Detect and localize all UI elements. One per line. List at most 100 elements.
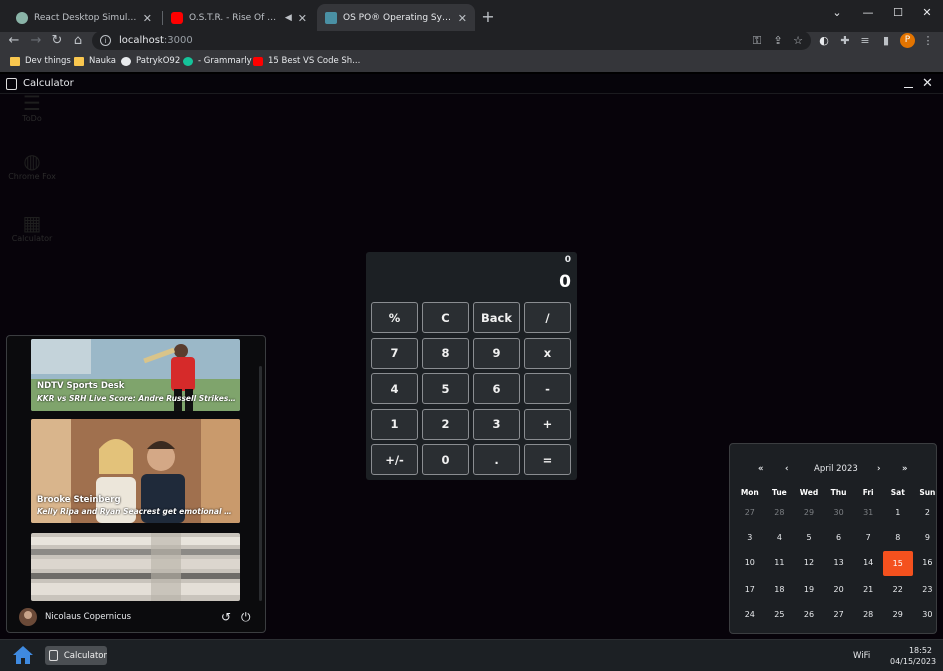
calendar-day[interactable]: 9 [913,525,943,550]
news-card[interactable]: NDTV Sports Desk KKR vs SRH Live Score: … [31,339,240,411]
calendar-day[interactable]: 22 [883,577,913,602]
wifi-status[interactable]: WiFi [853,651,870,661]
calc-key-button[interactable]: C [422,302,469,333]
calendar-day[interactable]: 14 [853,550,883,575]
desktop-icon-chrome-fox[interactable]: ◍ Chrome Fox [6,150,58,181]
app-close-button[interactable]: ✕ [922,76,933,91]
news-scrollbar[interactable] [259,366,262,601]
calendar-day[interactable]: 19 [794,577,824,602]
bookmark-grammarly[interactable]: - Grammarly [183,53,252,69]
restart-icon[interactable]: ↺ [221,610,231,624]
calc-key-button[interactable]: . [473,444,520,475]
calendar-day[interactable]: 13 [824,550,854,575]
next-month-button[interactable]: › [877,464,881,474]
new-tab-button[interactable]: + [479,7,497,26]
calc-key-button[interactable]: 5 [422,373,469,404]
calendar-day[interactable]: 1 [883,500,913,525]
app-minimize-button[interactable] [904,78,913,88]
calendar-day[interactable]: 10 [735,550,765,575]
address-bar[interactable]: i localhost:3000 [92,31,811,50]
calendar-day[interactable]: 24 [735,602,765,627]
side-panel-icon[interactable]: ▮ [879,34,893,48]
bookmark-dev-things[interactable]: Dev things [10,53,71,69]
chevron-down-icon[interactable]: ⌄ [822,0,852,24]
home-icon[interactable] [12,645,34,665]
colorful-extension-icon[interactable]: ◐ [817,34,831,48]
window-maximize-button[interactable]: ☐ [883,0,913,24]
prev-month-button[interactable]: ‹ [785,464,789,474]
calc-key-button[interactable]: 2 [422,408,469,440]
calendar-day[interactable]: 27 [824,602,854,627]
more-menu-icon[interactable]: ⋮ [921,34,935,48]
calc-key-button[interactable]: 4 [371,373,418,404]
site-info-icon[interactable]: i [100,35,111,46]
news-card[interactable] [31,533,240,601]
calc-key-button[interactable]: 7 [371,337,418,369]
desktop-icon-todo[interactable]: ☰ ToDo [6,92,58,123]
calc-key-button[interactable]: - [524,373,571,404]
bookmark-nauka[interactable]: Nauka [74,53,116,69]
calendar-day[interactable]: 29 [883,602,913,627]
calendar-day[interactable]: 12 [794,550,824,575]
system-clock[interactable]: 18:52 04/15/2023 [890,645,936,667]
bookmark-star-icon[interactable]: ☆ [791,34,805,48]
share-icon[interactable]: ⇪ [771,34,785,48]
calendar-day[interactable]: 27 [735,500,765,525]
reload-icon[interactable]: ↻ [49,33,65,49]
calc-key-button[interactable]: / [524,302,571,333]
calendar-day[interactable]: 18 [765,577,795,602]
window-minimize-button[interactable]: — [853,0,883,24]
user-profile[interactable]: Nicolaus Copernicus [19,608,131,626]
calendar-day[interactable]: 2 [913,500,943,525]
home-icon[interactable]: ⌂ [70,33,86,49]
calendar-day[interactable]: 30 [913,602,943,627]
calendar-day[interactable]: 11 [765,550,795,575]
calendar-day[interactable]: 23 [913,577,943,602]
calendar-day[interactable]: 16 [913,550,943,575]
calendar-day[interactable]: 4 [765,525,795,550]
calendar-day[interactable]: 20 [824,577,854,602]
calendar-day[interactable]: 31 [853,500,883,525]
calc-key-button[interactable]: 1 [371,408,418,440]
back-arrow-icon[interactable]: ← [6,33,22,49]
calendar-day[interactable]: 21 [853,577,883,602]
calendar-day[interactable]: 17 [735,577,765,602]
calc-key-button[interactable]: 3 [473,408,520,440]
forward-arrow-icon[interactable]: → [28,33,44,49]
calendar-day[interactable]: 5 [794,525,824,550]
media-control-icon[interactable]: ≡ [858,34,872,48]
calc-key-button[interactable]: x [524,337,571,369]
calendar-day[interactable]: 8 [883,525,913,550]
calendar-day[interactable]: 3 [735,525,765,550]
calendar-day[interactable]: 28 [853,602,883,627]
calendar-month-label[interactable]: April 2023 [814,464,858,474]
calc-key-button[interactable]: 9 [473,337,520,369]
calc-key-button[interactable]: Back [473,302,520,333]
next-year-button[interactable]: » [902,464,908,474]
prev-year-button[interactable]: « [758,464,764,474]
close-tab-icon[interactable]: ✕ [298,12,307,25]
profile-avatar[interactable]: P [900,33,915,48]
calc-key-button[interactable]: 8 [422,337,469,369]
calendar-day-today[interactable]: 15 [882,551,913,576]
calendar-day[interactable]: 7 [853,525,883,550]
bookmark-vscode-shortcuts[interactable]: 15 Best VS Code Sh... [253,53,360,69]
calc-key-button[interactable]: % [371,302,418,333]
tab-os-po[interactable]: OS PO® Operating System-Patr ✕ [317,4,475,32]
calc-key-button[interactable]: 0 [422,444,469,475]
calc-key-button[interactable]: = [524,444,571,475]
calendar-day[interactable]: 26 [794,602,824,627]
window-close-button[interactable]: ✕ [912,0,942,24]
power-icon[interactable]: ⏻ [241,610,251,625]
extensions-puzzle-icon[interactable]: ✚ [838,34,852,48]
calendar-day[interactable]: 28 [765,500,795,525]
taskbar-item-calculator[interactable]: Calculator [45,646,107,665]
calendar-day[interactable]: 6 [824,525,854,550]
app-window-header[interactable]: Calculator ✕ [0,74,943,94]
bookmark-patryko92[interactable]: PatrykO92 [121,53,180,69]
calc-key-button[interactable]: +/- [371,444,418,475]
key-icon[interactable]: ⚿ [750,34,764,48]
news-card[interactable]: Brooke Steinberg Kelly Ripa and Ryan Sea… [31,419,240,523]
calc-key-button[interactable]: 6 [473,373,520,404]
close-tab-icon[interactable]: ✕ [143,12,152,25]
